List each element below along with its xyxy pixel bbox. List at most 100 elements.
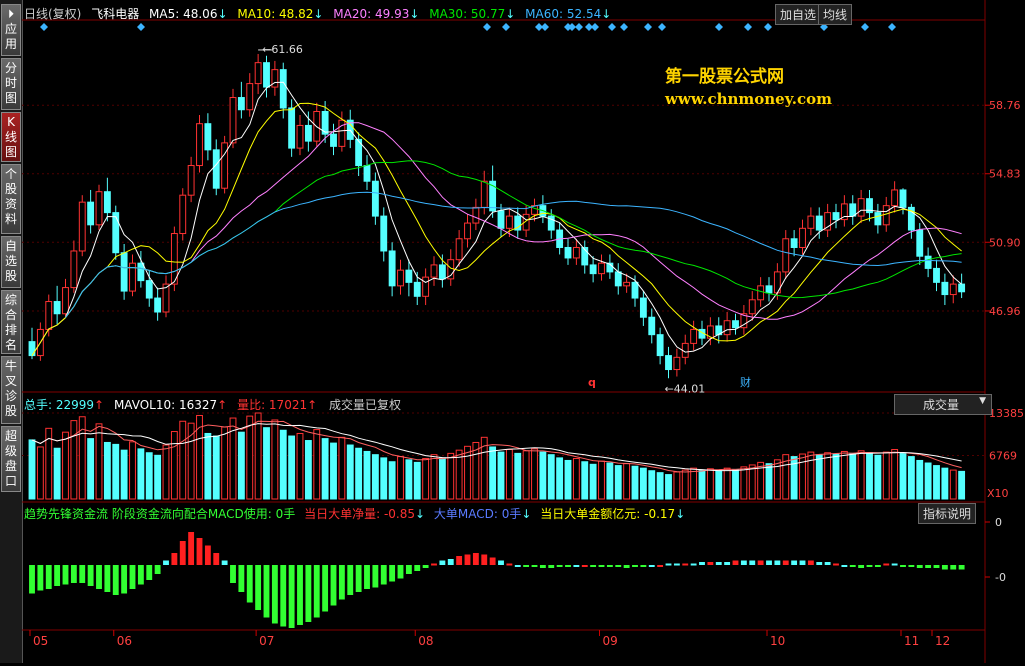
event-diamond-icon: [575, 23, 583, 31]
candle-body: [916, 229, 924, 257]
flow-bar: [615, 565, 622, 567]
volume-bar: [639, 467, 647, 500]
candle-body: [145, 280, 153, 299]
indicator-help-button[interactable]: 指标说明: [918, 503, 977, 524]
flow-bar: [372, 565, 379, 588]
candle-body: [388, 250, 396, 287]
volume-bar: [103, 441, 111, 500]
candle-body: [221, 142, 229, 189]
month-label: 05: [33, 634, 48, 648]
candle-body: [933, 267, 940, 283]
stock-name: 飞科电器: [91, 7, 140, 21]
flow-bar: [330, 565, 337, 606]
volume-bar: [815, 454, 823, 500]
flow-bar: [472, 553, 479, 565]
month-label: 08: [418, 634, 433, 648]
volume-bar: [673, 471, 681, 500]
candle-body: [589, 264, 597, 275]
volume-bar: [882, 451, 890, 500]
ma-settings-button[interactable]: 均线: [818, 4, 853, 25]
sidebar: ⏵ 应用分时图 K 线图个股资料自选股综合排名牛叉诊股超级盘口: [0, 0, 23, 663]
volume-bar: [363, 450, 371, 500]
sidebar-item-3[interactable]: 个股资料: [1, 164, 21, 234]
volume-legend: 总手: 22999↑ MAVOL10: 16327↑ 量比: 17021↑ 成交…: [24, 396, 401, 413]
volume-bar: [598, 460, 605, 500]
flow-bar: [263, 565, 270, 618]
flow-bar: [414, 565, 421, 571]
candle-body: [958, 283, 966, 293]
candle-body: [179, 194, 187, 235]
volume-bar: [120, 449, 128, 500]
volume-indicator-dropdown[interactable]: 成交量 ▼: [894, 394, 992, 415]
candle-body: [882, 205, 890, 226]
volume-bar: [36, 446, 44, 500]
chart-canvas[interactable]: 58.76 54.83 50.90 46.96 ←61.66 ←44.01 q 财 13385 6…: [22, 0, 1025, 663]
flow-bar: [648, 565, 655, 567]
sidebar-item-4[interactable]: 自选股: [1, 236, 21, 288]
ma30-line: [65, 160, 962, 318]
volume-bar: [514, 452, 522, 500]
volume-bar: [371, 454, 379, 500]
volume-bar: [145, 452, 153, 500]
flow-bar: [431, 563, 437, 566]
volume-bar: [497, 451, 505, 500]
candle-body: [598, 262, 605, 275]
volume-bar: [422, 458, 430, 500]
add-watchlist-button[interactable]: 加自选: [775, 4, 822, 25]
flow-bar: [347, 565, 354, 595]
candle-body: [45, 301, 53, 330]
indicator-axis-label: -0: [995, 571, 1006, 584]
price-axis-label: 58.76: [989, 99, 1021, 112]
sidebar-item-6[interactable]: 牛叉诊股: [1, 356, 21, 424]
flow-bar: [925, 565, 932, 568]
mavol10-label: MAVOL10: 16327: [113, 398, 218, 412]
sidebar-item-label: 自选股: [4, 239, 17, 283]
volume-bar: [589, 463, 597, 500]
period-label: 日线(复权): [24, 7, 82, 21]
sidebar-item-5[interactable]: 综合排名: [1, 290, 21, 354]
volume-bar: [237, 431, 245, 500]
volume-bar: [397, 456, 404, 500]
event-diamond-icon: [541, 23, 549, 31]
candle-body: [614, 271, 622, 287]
q-event-marker: q: [588, 376, 596, 389]
flow-bar: [874, 565, 881, 567]
candle-body: [154, 297, 162, 313]
sidebar-item-label: 综合排名: [4, 293, 17, 352]
volume-bar: [824, 452, 832, 500]
volume-bar: [949, 469, 957, 500]
flow-bar: [221, 560, 228, 565]
volume-bar: [799, 453, 806, 500]
candle-body: [765, 285, 773, 294]
sidebar-item-0[interactable]: ⏵ 应用: [1, 4, 21, 56]
sidebar-item-7[interactable]: 超级盘口: [1, 426, 21, 492]
flow-bar: [799, 560, 806, 565]
flow-bar: [749, 560, 756, 565]
candle-body: [212, 149, 220, 189]
volume-bar: [95, 423, 103, 500]
volume-note: 成交量已复权: [329, 398, 402, 412]
kline-chart[interactable]: 58.76 54.83 50.90 46.96 ←61.66 ←44.01 q 财 13385 6…: [22, 0, 1025, 663]
candle-body: [857, 198, 865, 217]
flow-bar: [699, 562, 705, 565]
sidebar-item-2[interactable]: K线图: [1, 112, 21, 162]
flow-bar: [673, 563, 680, 566]
flow-bar: [833, 563, 839, 566]
flow-bar: [313, 565, 320, 618]
volume-bar: [28, 439, 36, 500]
flow-bar: [498, 560, 504, 565]
volume-unit-label: X10: [987, 487, 1009, 500]
event-diamond-icon: [658, 23, 666, 31]
volume-bar: [547, 454, 555, 500]
volume-bar: [221, 426, 229, 500]
candle-body: [891, 189, 899, 207]
volume-bar: [614, 465, 622, 500]
flow-bar: [137, 565, 144, 585]
sidebar-item-1[interactable]: 分时图: [1, 58, 21, 110]
flow-bar: [665, 563, 672, 566]
flow-bar: [682, 563, 689, 566]
flow-bar: [623, 565, 630, 568]
candle-body: [229, 97, 237, 144]
sidebar-item-label: 分时图: [4, 61, 17, 105]
volume-bar: [464, 445, 471, 500]
